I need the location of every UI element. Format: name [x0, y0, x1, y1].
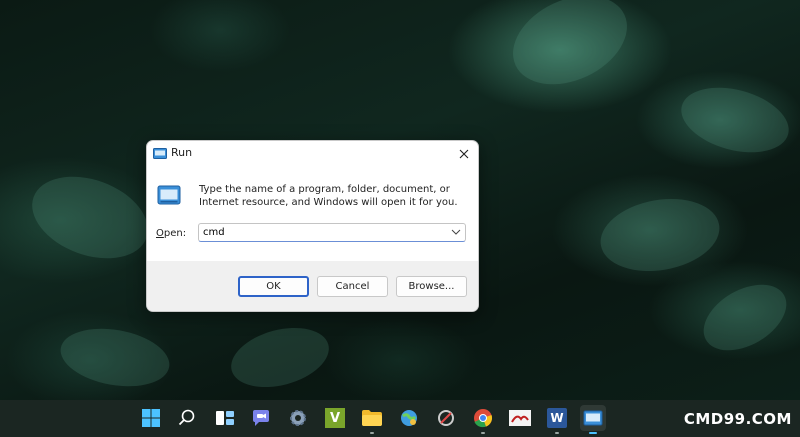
windows-start-icon[interactable] [138, 405, 164, 431]
ok-button[interactable]: OK [238, 276, 309, 297]
task-view-icon[interactable] [212, 405, 238, 431]
close-icon [459, 149, 469, 159]
open-label-accesskey: O [156, 228, 164, 239]
run-app-icon [157, 185, 181, 205]
close-button[interactable] [450, 141, 478, 167]
chat-icon[interactable] [248, 405, 274, 431]
scissors-icon [438, 410, 454, 426]
chevron-down-icon[interactable] [451, 228, 461, 236]
snipping-tool-icon[interactable] [433, 405, 459, 431]
magnifier-icon [178, 409, 195, 426]
globe-icon [401, 410, 417, 426]
run-dialog: Run Type the name of a program, folder, … [146, 140, 479, 312]
cancel-button[interactable]: Cancel [317, 276, 388, 297]
photo-app-icon[interactable] [507, 405, 533, 431]
word-icon[interactable]: W [544, 405, 570, 434]
settings-icon[interactable] [285, 405, 311, 431]
control-panel-icon[interactable] [396, 405, 422, 431]
app-v-letter: V [325, 408, 345, 428]
dialog-title: Run [171, 146, 193, 159]
search-icon[interactable] [174, 405, 200, 431]
word-letter: W [547, 408, 567, 428]
file-explorer-icon[interactable] [359, 405, 385, 434]
chrome-icon[interactable] [470, 405, 496, 434]
task-view-glyph-icon [216, 411, 234, 425]
dialog-footer: OK Cancel Browse... [147, 261, 478, 311]
open-label-text: pen: [163, 228, 187, 239]
run-taskbar-icon [583, 410, 603, 426]
chrome-logo-icon [474, 409, 493, 428]
windows-logo-icon [142, 409, 160, 427]
run-app-icon[interactable] [580, 405, 606, 434]
photo-icon [509, 410, 531, 426]
dialog-description: Type the name of a program, folder, docu… [199, 184, 458, 208]
taskbar: V W CMD99.COM [0, 400, 800, 437]
teams-chat-icon [253, 410, 269, 426]
open-input[interactable] [199, 224, 443, 241]
watermark-text: CMD99.COM [683, 410, 792, 428]
open-label: Open: [156, 228, 186, 239]
folder-icon [362, 410, 382, 426]
open-combobox[interactable] [198, 223, 466, 242]
browse-button[interactable]: Browse... [396, 276, 467, 297]
title-bar[interactable]: Run [147, 141, 478, 167]
app-v-icon[interactable]: V [322, 405, 348, 431]
gear-icon [290, 410, 306, 426]
run-app-icon [153, 148, 167, 159]
